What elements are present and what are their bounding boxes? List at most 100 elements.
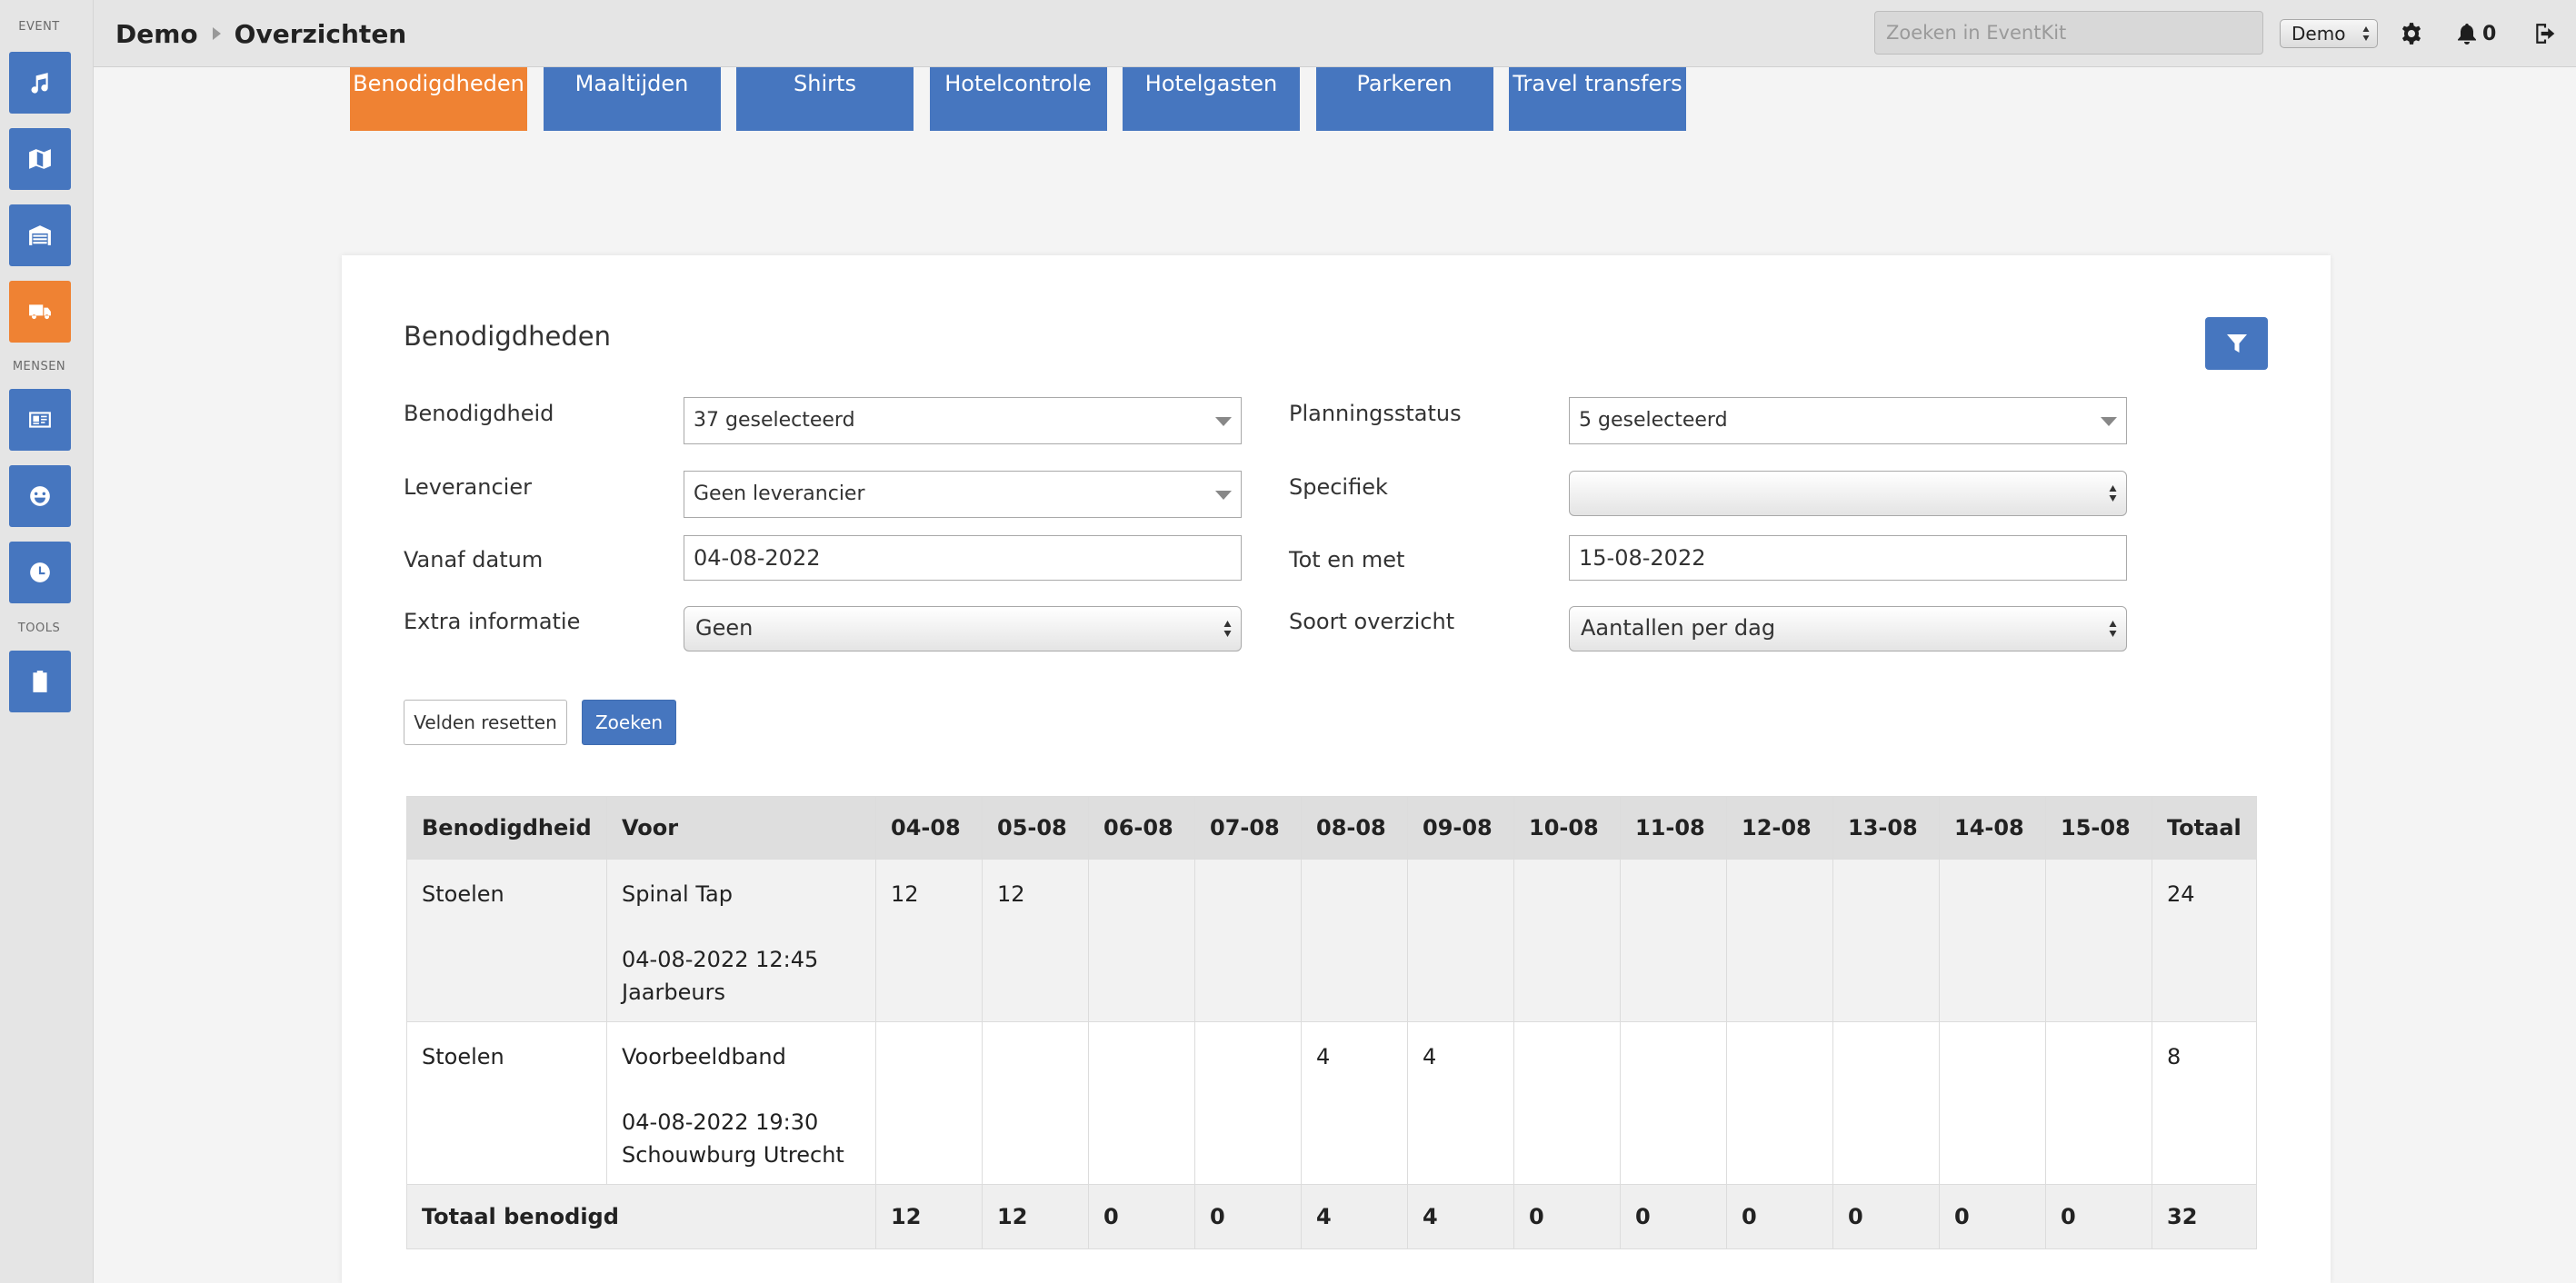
day-total-cell: 4 [1407,1184,1514,1249]
music-icon [31,73,48,94]
day-cell [982,1021,1089,1185]
results-table: Benodigdheid Voor 04-08 05-08 06-08 07-08 08-0… [406,796,2257,1249]
search-input[interactable] [1874,11,2263,55]
panel-title: Benodigdheden [404,321,611,352]
table-header: Benodigdheid Voor 04-08 05-08 06-08 07-08 08-0… [406,796,2257,860]
sidebar-item-clipboard[interactable] [9,651,71,712]
event-select[interactable]: Demo [2280,19,2378,48]
sidebar-item-clock[interactable] [9,542,71,603]
column-header: Totaal [2152,796,2257,860]
sidebar-item-id-card[interactable] [9,389,71,451]
specifiek-select[interactable] [1569,471,2127,516]
sidebar-item-map[interactable] [9,128,71,190]
column-header: 11-08 [1620,796,1727,860]
column-header: 12-08 [1726,796,1833,860]
day-total-cell: 0 [1620,1184,1727,1249]
day-cell [1194,859,1302,1022]
benodigdheid-label: Benodigdheid [404,401,554,426]
breadcrumb-item-demo[interactable]: Demo [115,19,198,49]
day-total-cell: 0 [1726,1184,1833,1249]
day-total-cell: 0 [2045,1184,2152,1249]
tab-travel-transfers[interactable]: Travel transfers [1509,67,1686,131]
day-cell [1088,859,1195,1022]
breadcrumb-item-overzichten: Overzichten [234,18,407,49]
extra-informatie-label: Extra informatie [404,609,581,634]
vanaf-datum-input[interactable]: 04-08-2022 [684,535,1242,581]
day-cell [1832,1021,1940,1185]
tab-maaltijden[interactable]: Maaltijden [543,67,721,131]
leverancier-value: Geen leverancier [694,482,865,505]
day-total-cell: 0 [1088,1184,1195,1249]
column-header: Benodigdheid [406,796,607,860]
warehouse-icon [29,225,51,245]
soort-overzicht-label: Soort overzicht [1289,609,1455,634]
column-header: 06-08 [1088,796,1195,860]
tot-en-met-input[interactable]: 15-08-2022 [1569,535,2127,581]
planningsstatus-value: 5 geselecteerd [1579,409,1728,432]
totals-row: Totaal benodigd 12 12 0 0 4 4 0 0 0 0 0 0 32 [406,1184,2257,1249]
truck-icon [29,304,51,320]
tab-parkeren[interactable]: Parkeren [1315,67,1493,131]
voor-cell: Spinal Tap 04-08-2022 12:45 Jaarbeurs [606,859,876,1022]
tot-en-met-label: Tot en met [1289,547,1405,572]
column-header: 04-08 [875,796,983,860]
reset-fields-button[interactable]: Velden resetten [404,700,567,745]
vanaf-datum-label: Vanaf datum [404,547,544,572]
totals-label: Totaal benodigd [406,1184,876,1249]
day-cell [2045,859,2152,1022]
settings-button[interactable] [2400,18,2423,49]
voor-name: Spinal Tap [622,881,733,907]
column-header: 10-08 [1513,796,1621,860]
column-header: 14-08 [1939,796,2046,860]
day-cell [1620,859,1727,1022]
column-header: Voor [606,796,876,860]
day-cell: 12 [982,859,1089,1022]
tab-shirts[interactable]: Shirts [736,67,914,131]
soort-overzicht-value: Aantallen per dag [1581,615,1776,641]
map-icon [29,149,51,169]
sidebar-item-music[interactable] [9,52,71,114]
notifications-button[interactable]: 0 [2457,18,2496,49]
tab-benodigdheden[interactable]: Benodigdheden [350,67,527,131]
voor-cell: Voorbeeldband 04-08-2022 19:30 Schouwburg … [606,1021,876,1185]
specifiek-label: Specifiek [1289,474,1388,500]
item-cell: Stoelen [406,859,607,1022]
leverancier-multiselect[interactable]: Geen leverancier [684,471,1242,518]
voor-location: Schouwburg Utrecht [622,1142,844,1168]
sidebar-item-smiley[interactable] [9,465,71,527]
tab-hotelgasten[interactable]: Hotelgasten [1123,67,1300,131]
dropdown-caret-icon [1215,417,1232,426]
select-arrows-icon [2362,26,2370,41]
table-footer: Totaal benodigd 12 12 0 0 4 4 0 0 0 0 0 0 32 [406,1184,2257,1249]
sidebar-item-warehouse[interactable] [9,204,71,266]
select-arrows-icon [2109,621,2117,637]
extra-informatie-select[interactable]: Geen [684,606,1242,651]
benodigdheid-multiselect[interactable]: 37 geselecteerd [684,397,1242,444]
id-card-icon [29,412,51,428]
day-cell [1726,859,1833,1022]
day-cell: 4 [1301,1021,1408,1185]
voor-datetime: 04-08-2022 12:45 [622,947,819,972]
extra-informatie-value: Geen [695,615,754,641]
day-cell: 12 [875,859,983,1022]
day-cell [1194,1021,1302,1185]
logout-button[interactable] [2533,18,2557,49]
bell-icon [2458,24,2476,45]
day-cell [1620,1021,1727,1185]
tab-hotelcontrole[interactable]: Hotelcontrole [929,67,1107,131]
day-cell: 4 [1407,1021,1514,1185]
voor-datetime: 04-08-2022 19:30 [622,1109,819,1135]
soort-overzicht-select[interactable]: Aantallen per dag [1569,606,2127,651]
search-button[interactable]: Zoeken [582,700,676,745]
grand-total-cell: 32 [2152,1184,2257,1249]
breadcrumb-separator-icon [211,26,222,41]
sidebar-section-tools: TOOLS [17,622,61,635]
item-cell: Stoelen [406,1021,607,1185]
sidebar-item-truck[interactable] [9,281,71,343]
filter-button[interactable] [2205,317,2268,370]
top-bar: Demo Overzichten Demo 0 [94,0,2576,67]
day-cell [875,1021,983,1185]
planningsstatus-multiselect[interactable]: 5 geselecteerd [1569,397,2127,444]
table-row: Stoelen Spinal Tap 04-08-2022 12:45 Jaarbeu… [406,859,2257,1022]
